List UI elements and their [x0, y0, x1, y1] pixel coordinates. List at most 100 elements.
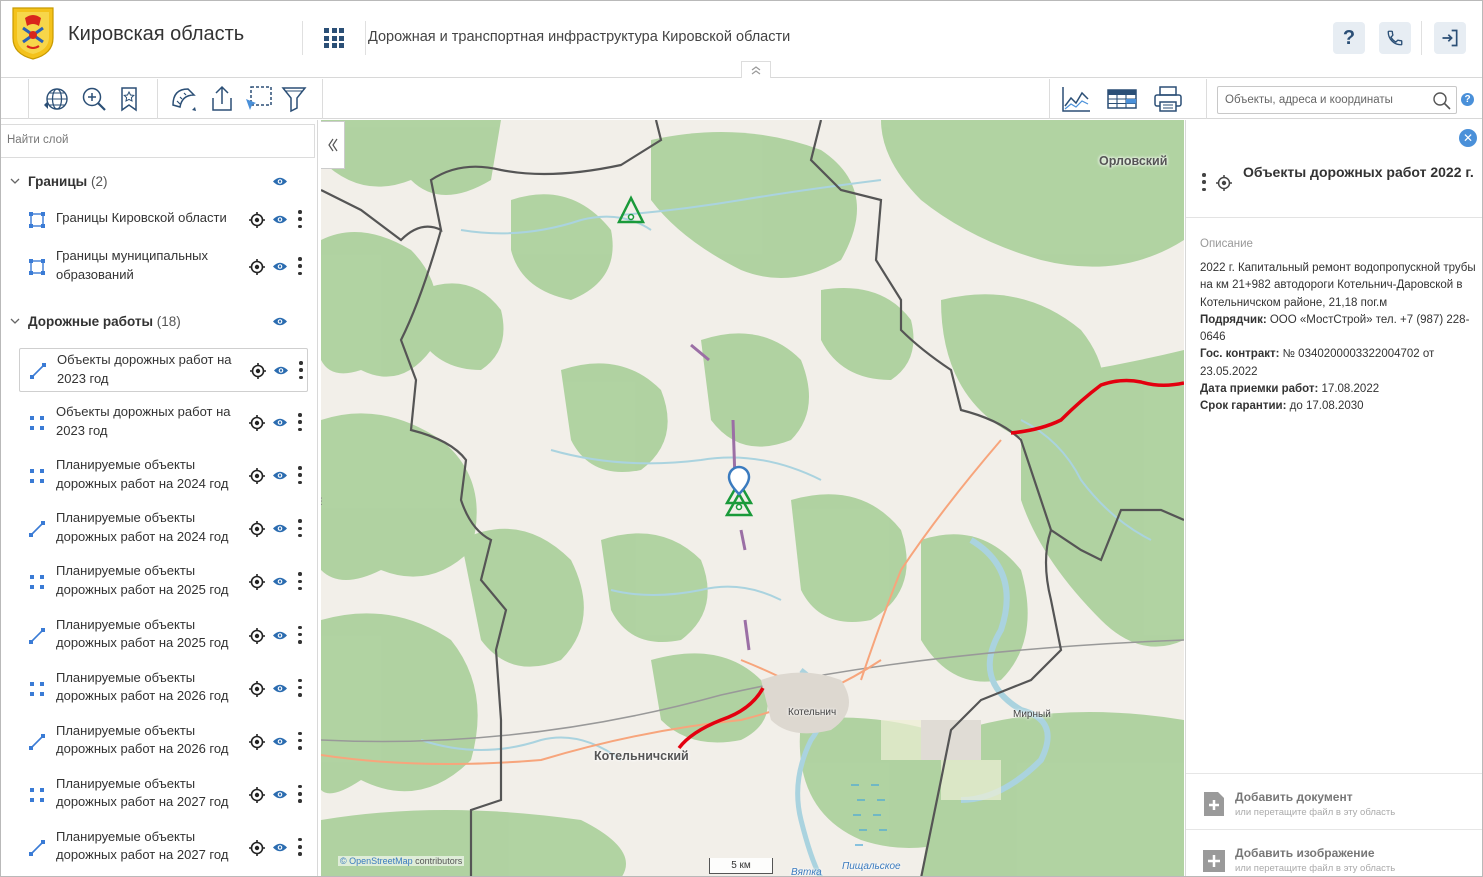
add-image-dropzone[interactable]: Добавить изображение или перетащите файл… — [1200, 843, 1480, 876]
search-icon[interactable] — [1432, 91, 1452, 111]
layer-menu-icon[interactable] — [298, 572, 302, 591]
layer-menu-icon[interactable] — [298, 210, 302, 228]
coat-of-arms-logo[interactable] — [11, 6, 55, 60]
layer-menu-icon[interactable] — [298, 466, 302, 485]
layer-item[interactable]: Планируемые объекты дорожных работ на 20… — [19, 560, 308, 604]
map-attribution: © OpenStreetMap contributors — [338, 856, 465, 866]
layer-label: Планируемые объекты дорожных работ на 20… — [56, 722, 229, 757]
login-button[interactable] — [1434, 22, 1466, 54]
eye-icon[interactable] — [272, 576, 288, 587]
description-caption: Описание — [1200, 238, 1253, 250]
select-area-button[interactable] — [243, 82, 275, 116]
layer-menu-icon[interactable] — [298, 837, 302, 856]
layer-label: Границы муниципальных образований — [56, 248, 208, 282]
eye-icon[interactable] — [272, 417, 288, 428]
eye-icon[interactable] — [272, 316, 288, 327]
header-divider — [302, 21, 303, 55]
attribute-table-button[interactable] — [1106, 82, 1138, 116]
zoom-to-layer-icon[interactable] — [250, 363, 266, 379]
layer-item[interactable]: Границы Кировской области — [19, 198, 308, 242]
eye-icon[interactable] — [272, 630, 288, 641]
line-icon — [29, 521, 45, 538]
zoom-to-layer-icon[interactable] — [249, 733, 265, 750]
collapse-layers-button[interactable] — [321, 121, 345, 169]
phone-button[interactable] — [1379, 22, 1411, 54]
collapse-header-button[interactable] — [741, 61, 771, 78]
openstreetmap-link[interactable]: © OpenStreetMap — [340, 856, 413, 866]
zoom-to-layer-icon[interactable] — [249, 212, 265, 228]
layer-item[interactable]: Границы муниципальных образований — [19, 245, 308, 289]
chevron-down-icon[interactable] — [10, 316, 20, 326]
filter-button[interactable] — [278, 82, 310, 116]
layer-menu-icon[interactable] — [298, 257, 302, 275]
layer-group-road-works[interactable]: Дорожные работы (18) — [1, 309, 317, 335]
zoom-to-layer-icon[interactable] — [249, 627, 265, 644]
left-splitter-handle[interactable]: ⋮ — [317, 496, 326, 507]
feature-title: Объекты дорожных работ 2022 г. — [1243, 164, 1474, 180]
globe-icon — [44, 88, 68, 110]
print-button[interactable] — [1152, 82, 1184, 116]
zoom-to-layer-icon[interactable] — [249, 839, 265, 856]
layer-item[interactable]: Планируемые объекты дорожных работ на 20… — [19, 826, 308, 870]
description-text: 2022 г. Капитальный ремонт водопропускно… — [1200, 262, 1476, 309]
help-button[interactable]: ? — [1333, 22, 1365, 54]
layer-item[interactable]: Планируемые объекты дорожных работ на 20… — [19, 614, 308, 658]
charts-button[interactable] — [1060, 82, 1092, 116]
eye-icon[interactable] — [272, 736, 288, 747]
eye-icon[interactable] — [272, 683, 288, 694]
zoom-to-layer-icon[interactable] — [249, 415, 265, 432]
zoom-to-feature-icon[interactable] — [1216, 175, 1232, 191]
header: Кировская область Дорожная и транспортна… — [1, 1, 1482, 78]
measure-button[interactable] — [168, 82, 200, 116]
layer-item[interactable]: Объекты дорожных работ на 2023 год — [19, 401, 308, 445]
rect-select-icon — [246, 86, 272, 110]
eye-icon[interactable] — [272, 523, 288, 534]
layer-item[interactable]: Планируемые объекты дорожных работ на 20… — [19, 454, 308, 498]
layer-item[interactable]: Объекты дорожных работ на 2023 год — [19, 348, 308, 392]
layer-menu-icon[interactable] — [298, 519, 302, 538]
map-image[interactable] — [321, 120, 1184, 877]
layer-item[interactable]: Планируемые объекты дорожных работ на 20… — [19, 507, 308, 551]
chevron-down-icon[interactable] — [10, 176, 20, 186]
address-search-input[interactable] — [1218, 87, 1423, 113]
basemap-button[interactable] — [40, 82, 72, 116]
layer-menu-icon[interactable] — [299, 361, 303, 379]
layer-menu-icon[interactable] — [298, 413, 302, 432]
layer-menu-icon[interactable] — [298, 678, 302, 697]
export-button[interactable] — [206, 82, 238, 116]
zoom-to-layer-icon[interactable] — [249, 574, 265, 591]
layer-menu-icon[interactable] — [298, 784, 302, 803]
zoom-to-layer-icon[interactable] — [249, 680, 265, 697]
layer-label: Планируемые объекты дорожных работ на 20… — [56, 775, 229, 810]
layer-menu-icon[interactable] — [298, 731, 302, 750]
eye-icon[interactable] — [273, 365, 289, 376]
layer-label: Объекты дорожных работ на 2023 год — [57, 352, 232, 386]
zoom-to-layer-icon[interactable] — [249, 259, 265, 275]
layer-item[interactable]: Планируемые объекты дорожных работ на 20… — [19, 667, 308, 711]
close-panel-button[interactable]: ✕ — [1459, 129, 1477, 147]
feature-menu-icon[interactable] — [1202, 173, 1206, 191]
apps-grid-icon[interactable] — [324, 28, 344, 48]
zoom-to-layer-icon[interactable] — [249, 521, 265, 538]
layer-search-input[interactable] — [1, 125, 301, 155]
polygon-icon — [29, 212, 45, 228]
measure-icon — [172, 88, 196, 111]
search-help-icon[interactable]: ? — [1461, 93, 1474, 106]
zoom-to-layer-icon[interactable] — [249, 786, 265, 803]
zoom-button[interactable] — [78, 82, 110, 116]
toolbar-divider — [157, 79, 158, 119]
eye-icon[interactable] — [272, 842, 288, 853]
eye-icon[interactable] — [272, 176, 288, 187]
layer-group-borders[interactable]: Границы (2) — [1, 169, 317, 195]
bookmarks-button[interactable] — [113, 82, 145, 116]
layer-menu-icon[interactable] — [298, 625, 302, 644]
eye-icon[interactable] — [272, 261, 288, 272]
layer-item[interactable]: Планируемые объекты дорожных работ на 20… — [19, 773, 308, 817]
eye-icon[interactable] — [272, 214, 288, 225]
map-canvas[interactable]: Орловский Котельничский Котельнич Мирный… — [321, 120, 1184, 877]
eye-icon[interactable] — [272, 789, 288, 800]
eye-icon[interactable] — [272, 470, 288, 481]
add-document-dropzone[interactable]: Добавить документ или перетащите файл в … — [1200, 787, 1480, 827]
layer-item[interactable]: Планируемые объекты дорожных работ на 20… — [19, 720, 308, 764]
zoom-to-layer-icon[interactable] — [249, 468, 265, 485]
